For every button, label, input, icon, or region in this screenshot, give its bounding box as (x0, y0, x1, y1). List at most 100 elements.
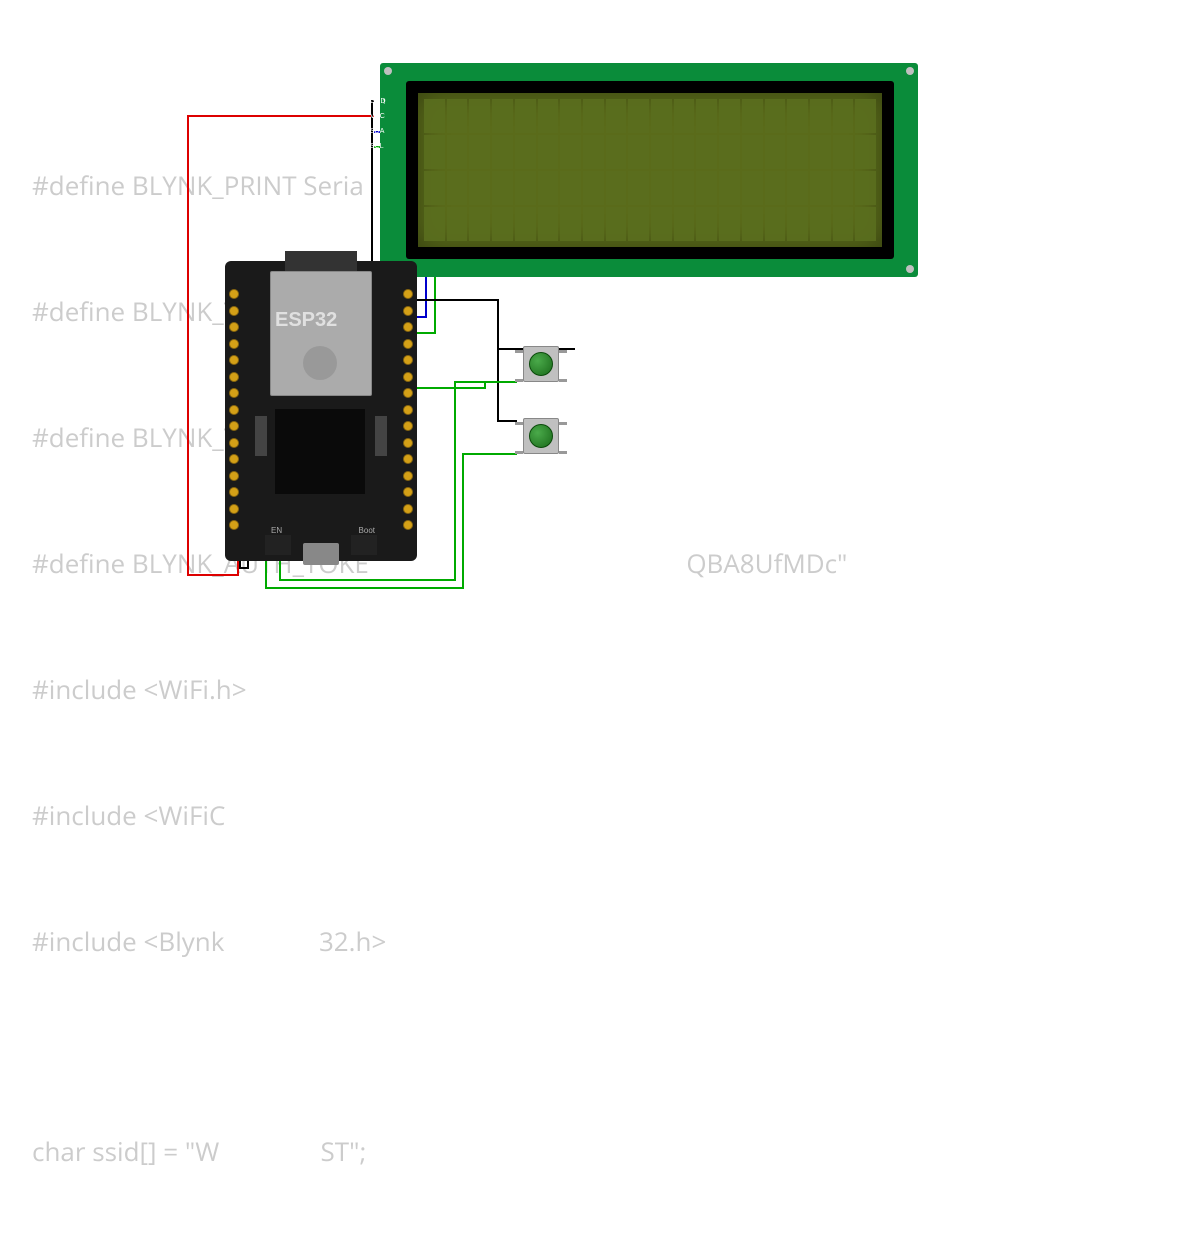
gpio-pin[interactable] (403, 520, 413, 530)
gpio-pin[interactable] (403, 504, 413, 514)
espressif-logo-icon (303, 346, 337, 380)
lcd-char-cell (469, 207, 490, 241)
lcd-pin-scl[interactable]: SCL (368, 141, 382, 152)
gpio-pin[interactable] (229, 339, 239, 349)
gpio-pin[interactable] (403, 405, 413, 415)
mount-hole-icon (384, 67, 392, 75)
lcd-module[interactable]: 1 GND VCC SDA SCL (380, 63, 918, 277)
gpio-pin[interactable] (229, 487, 239, 497)
button-leg-icon (515, 451, 523, 454)
lcd-pin-gnd[interactable]: GND (368, 96, 382, 107)
gpio-pin[interactable] (403, 289, 413, 299)
lcd-char-cell (787, 135, 808, 169)
lcd-char-cell (719, 207, 740, 241)
boot-button[interactable] (351, 535, 377, 555)
gpio-pin[interactable] (403, 487, 413, 497)
gpio-pin[interactable] (229, 322, 239, 332)
en-button[interactable] (265, 535, 291, 555)
lcd-char-cell (628, 135, 649, 169)
lcd-char-cell (469, 135, 490, 169)
pushbutton-1[interactable] (515, 340, 567, 392)
lcd-char-cell (628, 171, 649, 205)
smd-component (375, 416, 387, 456)
lcd-char-cell (810, 171, 831, 205)
esp32-board[interactable]: ESP32 EN Boot (225, 261, 417, 561)
gpio-pin[interactable] (403, 306, 413, 316)
lcd-char-cell (833, 171, 854, 205)
lcd-char-cell (560, 99, 581, 133)
pushbutton-2[interactable] (515, 412, 567, 464)
gpio-pin[interactable] (229, 306, 239, 316)
gpio-pin[interactable] (403, 339, 413, 349)
lcd-i2c-header: GND VCC SDA SCL (368, 96, 382, 156)
gpio-pin[interactable] (403, 421, 413, 431)
lcd-char-cell (833, 207, 854, 241)
gpio-pin[interactable] (403, 372, 413, 382)
usb-port-icon (303, 543, 339, 565)
lcd-char-cell (492, 171, 513, 205)
gpio-pin[interactable] (229, 289, 239, 299)
button-cap-icon[interactable] (529, 424, 553, 448)
lcd-char-cell (810, 99, 831, 133)
gpio-pin[interactable] (229, 388, 239, 398)
lcd-char-cell (447, 171, 468, 205)
lcd-char-cell (583, 135, 604, 169)
gpio-pin[interactable] (403, 454, 413, 464)
gpio-pin[interactable] (403, 438, 413, 448)
lcd-char-cell (606, 135, 627, 169)
lcd-char-cell (765, 171, 786, 205)
lcd-char-cell (606, 99, 627, 133)
code-line: char ssid[] = "W ST"; (32, 1130, 847, 1172)
lcd-char-cell (515, 135, 536, 169)
gpio-pin[interactable] (229, 421, 239, 431)
gpio-pin[interactable] (229, 405, 239, 415)
gpio-pin[interactable] (229, 454, 239, 464)
gpio-pin[interactable] (229, 520, 239, 530)
lcd-char-cell (696, 135, 717, 169)
lcd-char-cell (424, 171, 445, 205)
gpio-pin[interactable] (229, 504, 239, 514)
button-leg-icon (559, 422, 567, 425)
lcd-char-cell (628, 207, 649, 241)
gpio-pin[interactable] (229, 355, 239, 365)
lcd-char-cell (855, 99, 876, 133)
lcd-char-cell (492, 207, 513, 241)
lcd-char-cell (538, 171, 559, 205)
gpio-pin[interactable] (403, 355, 413, 365)
en-button-label: EN (271, 526, 282, 535)
lcd-char-cell (560, 171, 581, 205)
lcd-char-cell (492, 99, 513, 133)
gpio-pin[interactable] (403, 322, 413, 332)
gpio-pin[interactable] (229, 438, 239, 448)
lcd-char-cell (674, 135, 695, 169)
lcd-char-cell (833, 99, 854, 133)
gpio-pin[interactable] (403, 388, 413, 398)
lcd-char-cell (583, 171, 604, 205)
lcd-char-cell (447, 135, 468, 169)
button-leg-icon (559, 451, 567, 454)
lcd-char-cell (560, 135, 581, 169)
lcd-char-cell (787, 99, 808, 133)
button-leg-icon (559, 379, 567, 382)
lcd-pin-sda[interactable]: SDA (368, 126, 382, 137)
lcd-pin-vcc[interactable]: VCC (368, 111, 382, 122)
pin-header-right (403, 289, 413, 530)
lcd-char-cell (742, 207, 763, 241)
lcd-char-cell (719, 135, 740, 169)
lcd-char-cell (810, 135, 831, 169)
lcd-char-cell (560, 207, 581, 241)
mount-hole-icon (906, 265, 914, 273)
button-cap-icon[interactable] (529, 352, 553, 376)
antenna-icon (285, 251, 357, 271)
lcd-char-cell (515, 99, 536, 133)
code-line: #define BLYNK_TEMPLATE_ (32, 416, 847, 458)
lcd-char-cell (651, 207, 672, 241)
gpio-pin[interactable] (403, 471, 413, 481)
lcd-char-cell (583, 207, 604, 241)
lcd-char-cell (651, 171, 672, 205)
lcd-char-cell (765, 99, 786, 133)
pin-header-left (229, 289, 239, 530)
gpio-pin[interactable] (229, 471, 239, 481)
gpio-pin[interactable] (229, 372, 239, 382)
code-line: #define BLYNK_TEMPLAT (32, 290, 847, 332)
